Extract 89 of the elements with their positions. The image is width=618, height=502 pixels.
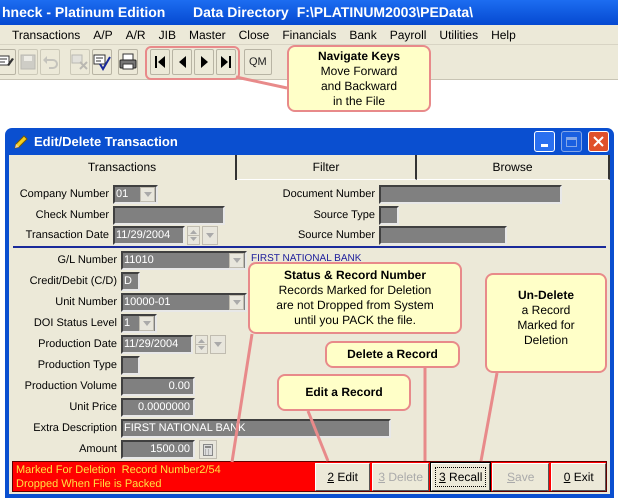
action-button[interactable]: 3 Recall bbox=[431, 462, 490, 490]
menu-item[interactable]: Utilities bbox=[439, 26, 478, 44]
field-label: Source Type bbox=[312, 208, 376, 223]
menu-item[interactable]: Transactions bbox=[12, 26, 80, 44]
dropdown-field[interactable]: 01 bbox=[113, 184, 158, 204]
field-label: G/L Number bbox=[56, 253, 118, 268]
input-field[interactable]: 11/29/2004 bbox=[121, 335, 193, 354]
first-record-icon bbox=[155, 56, 165, 68]
input-field[interactable]: 1500.00 bbox=[121, 440, 195, 459]
tab[interactable]: Filter bbox=[237, 155, 417, 180]
dropdown-arrow-icon bbox=[206, 233, 214, 238]
document-check-icon bbox=[93, 53, 111, 71]
save-icon bbox=[19, 53, 37, 71]
dropdown-field[interactable]: 11010 bbox=[121, 251, 247, 270]
close-icon bbox=[593, 136, 604, 147]
field-label: Extra Description bbox=[32, 421, 118, 436]
document-check-button[interactable] bbox=[92, 49, 112, 75]
field-label: Unit Number bbox=[54, 295, 118, 310]
input-field[interactable] bbox=[113, 206, 225, 224]
field-label: Credit/Debit (C/D) bbox=[28, 274, 118, 290]
input-field[interactable]: 0.00 bbox=[121, 377, 195, 396]
toolbar-button[interactable]: QM bbox=[244, 49, 272, 75]
calculator-icon bbox=[203, 444, 213, 456]
calculator-button[interactable] bbox=[199, 440, 217, 459]
document-pen-button[interactable] bbox=[0, 49, 16, 75]
callout-text: Move Forward and Backward in the File bbox=[320, 64, 398, 109]
status-text: Dropped When File is Packed bbox=[16, 476, 163, 490]
callout-title: Status & Record Number bbox=[284, 268, 426, 283]
input-field[interactable]: 0.0000000 bbox=[121, 398, 195, 417]
callout-title: Un-Delete bbox=[518, 288, 574, 303]
input-field[interactable] bbox=[379, 184, 562, 204]
input-field[interactable]: 11/29/2004 bbox=[113, 226, 185, 246]
title-bar: hneck - Platinum Edition Data Directory F:\PLATINUM2003\PEData\ bbox=[0, 0, 618, 25]
dropdown-arrow-icon bbox=[144, 192, 152, 197]
menu-item[interactable]: Payroll bbox=[390, 26, 426, 44]
field-label: Check Number bbox=[34, 208, 110, 223]
pencil-icon bbox=[13, 134, 29, 150]
menu-item[interactable]: Bank bbox=[349, 26, 377, 44]
field-label: Production Type bbox=[36, 358, 118, 374]
field-label: Production Volume bbox=[24, 379, 118, 394]
field-label: Company Number bbox=[18, 187, 110, 202]
menu-item[interactable]: Close bbox=[238, 26, 270, 44]
menu-item[interactable]: Financials bbox=[282, 26, 336, 44]
field-label: Unit Price bbox=[68, 400, 118, 416]
next-icon bbox=[200, 56, 208, 68]
field-label: Document Number bbox=[282, 187, 376, 202]
tab[interactable]: Browse bbox=[417, 155, 610, 180]
field-label: Production Date bbox=[37, 337, 118, 352]
dropdown-arrow-icon bbox=[232, 258, 240, 263]
field-label: Amount bbox=[78, 442, 118, 458]
close-button[interactable] bbox=[588, 131, 609, 152]
field-label: Source Number bbox=[296, 228, 376, 244]
dropdown-field[interactable]: 1 bbox=[121, 314, 157, 333]
last-record-button[interactable] bbox=[216, 49, 236, 75]
last-record-icon bbox=[221, 56, 231, 68]
record-number: Record Number2/54 bbox=[122, 462, 221, 476]
dropdown-field[interactable]: 10000-01 bbox=[121, 293, 247, 312]
menu-item[interactable]: A/R bbox=[126, 26, 146, 44]
minimize-button[interactable] bbox=[534, 131, 555, 152]
previous-icon bbox=[178, 56, 186, 68]
menu-item[interactable]: JIB bbox=[158, 26, 176, 44]
callout-text: Records Marked for Deletion are not Dropped from System until you PACK the file. bbox=[276, 283, 434, 328]
callout-text: a Record Marked for Deletion bbox=[517, 303, 575, 348]
field-label: DOI Status Level bbox=[32, 316, 118, 332]
callout-title: Delete a Record bbox=[347, 347, 438, 362]
dropdown-arrow-icon bbox=[232, 300, 240, 305]
dropdown-arrow-icon bbox=[142, 321, 150, 326]
field-label: Transaction Date bbox=[24, 228, 110, 244]
input-field[interactable] bbox=[379, 226, 507, 246]
previous-button[interactable] bbox=[172, 49, 192, 75]
window-title: Edit/Delete Transaction bbox=[34, 132, 179, 151]
next-button[interactable] bbox=[194, 49, 214, 75]
dropdown-arrow-icon bbox=[214, 342, 222, 347]
printer-button[interactable] bbox=[118, 49, 138, 75]
action-button[interactable]: 2 Edit bbox=[315, 462, 370, 490]
menu-item[interactable]: Help bbox=[491, 26, 516, 44]
callout-title: Edit a Record bbox=[305, 385, 383, 400]
menu-item[interactable]: Master bbox=[188, 26, 226, 44]
input-field[interactable] bbox=[121, 356, 140, 375]
callout-title: Navigate Keys bbox=[318, 49, 400, 64]
input-field[interactable]: D bbox=[121, 272, 140, 291]
action-button[interactable]: 0 Exit bbox=[551, 462, 606, 490]
status-text: Marked For Deletion bbox=[16, 462, 116, 476]
printer-icon bbox=[119, 53, 137, 71]
document-cross-icon bbox=[71, 53, 89, 71]
first-record-button[interactable] bbox=[150, 49, 170, 75]
input-field[interactable] bbox=[379, 206, 399, 224]
account-description: FIRST NATIONAL BANK bbox=[251, 252, 362, 266]
menu-item[interactable]: A/P bbox=[93, 26, 113, 44]
